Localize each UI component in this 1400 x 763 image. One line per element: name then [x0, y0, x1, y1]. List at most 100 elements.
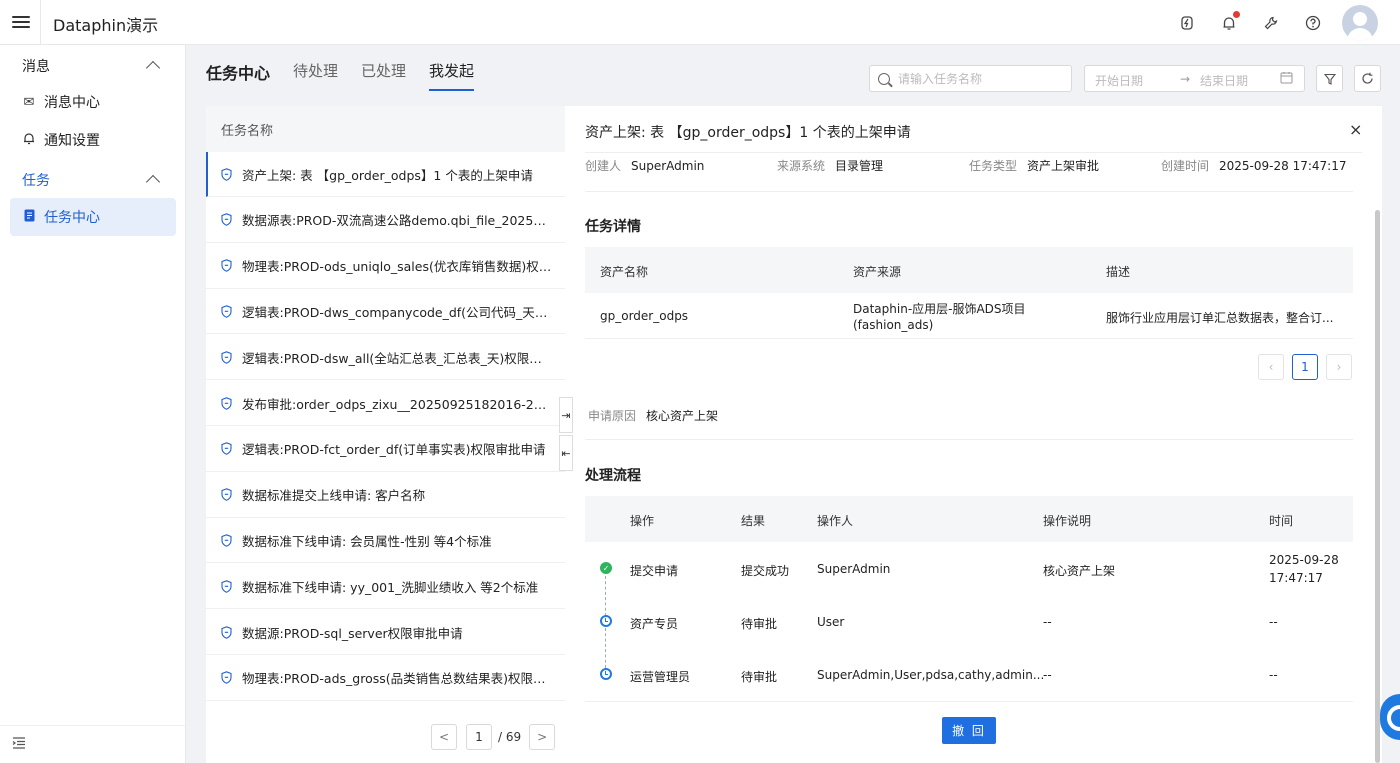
document-icon [22, 209, 36, 226]
shield-icon [221, 488, 232, 501]
list-item-label: 逻辑表:PROD-dsw_all(全站汇总表_汇总表_天)权限审批申请 [242, 350, 552, 366]
list-item[interactable]: 物理表:PROD-ods_uniqlo_sales(优衣库销售数据)权限审批..… [206, 244, 565, 289]
search-icon [878, 72, 890, 85]
bell-icon [22, 132, 36, 149]
divider [40, 0, 41, 45]
chevron-up-icon[interactable] [145, 174, 161, 190]
tab-pending[interactable]: 待处理 [293, 60, 338, 89]
flow-operator: SuperAdmin,User,pdsa,cathy,admin... [817, 668, 1045, 682]
bell-icon[interactable] [1218, 11, 1240, 34]
sidebar-item-task-center[interactable]: 任务中心 [10, 198, 176, 236]
flow-note: -- [1043, 668, 1052, 682]
list-item-label: 物理表:PROD-ods_uniqlo_sales(优衣库销售数据)权限审批..… [242, 259, 552, 275]
collapse-sidebar-icon[interactable] [12, 737, 26, 753]
hamburger-menu-icon[interactable] [12, 13, 30, 31]
asset-name-cell[interactable]: gp_order_odps [600, 309, 688, 323]
notification-dot [1233, 11, 1240, 18]
list-item[interactable]: 数据标准下线申请: yy_001_洗脚业绩收入 等2个标准 [206, 564, 565, 610]
prev-page-button[interactable]: ‹ [1258, 354, 1284, 380]
start-date-input[interactable]: 开始日期 [1095, 72, 1143, 89]
tab-processed[interactable]: 已处理 [361, 60, 406, 89]
column-header: 时间 [1269, 514, 1294, 528]
list-item-label: 资产上架: 表 【gp_order_odps】1 个表的上架申请 [242, 167, 533, 183]
flow-operator: User [817, 615, 845, 629]
sidebar-item-label: 消息中心 [44, 95, 100, 111]
shield-icon [221, 442, 232, 456]
flow-time: 2025-09-28 [1269, 553, 1339, 567]
list-item[interactable]: 物理表:PROD-ads_gross(品类销售总数结果表)权限审批申请 [206, 656, 565, 701]
end-date-input[interactable]: 结束日期 [1200, 72, 1248, 89]
page-number-input[interactable]: 1 [466, 724, 492, 750]
withdraw-button[interactable]: 撤 回 [942, 717, 996, 744]
flow-operator: SuperAdmin [817, 562, 891, 576]
list-item-label: 数据源表:PROD-双流高速公路demo.qbi_file_20250402_1… [242, 213, 552, 229]
list-item-label: 逻辑表:PROD-fct_order_df(订单事实表)权限审批申请 [242, 442, 546, 458]
list-item[interactable]: 逻辑表:PROD-dws_companycode_df(公司代码_天_汇总表..… [206, 289, 565, 335]
list-header: 任务名称 [206, 106, 565, 152]
shield-icon [221, 625, 232, 639]
meta-creator: 创建人 SuperAdmin [585, 159, 705, 173]
scrollbar[interactable] [1375, 210, 1380, 763]
tab-initiated[interactable]: 我发起 [429, 60, 475, 91]
list-item[interactable]: 发布审批:order_odps_zixu__20250925182016-202… [206, 381, 565, 426]
list-item-label: 数据标准下线申请: 会员属性-性别 等4个标准 [242, 533, 492, 549]
list-item[interactable]: 数据源表:PROD-双流高速公路demo.qbi_file_20250402_1… [206, 198, 565, 243]
divider [585, 152, 1362, 153]
avatar[interactable] [1342, 5, 1378, 41]
search-input[interactable]: 请输入任务名称 [869, 65, 1072, 92]
flow-note: -- [1043, 615, 1052, 629]
shield-icon [221, 305, 232, 318]
meta-task-type: 任务类型 资产上架审批 [969, 159, 1100, 173]
refresh-button[interactable] [1354, 65, 1381, 92]
search-placeholder: 请输入任务名称 [898, 72, 983, 86]
flow-connector [605, 628, 606, 668]
column-header: 描述 [1106, 265, 1131, 279]
assistant-float-icon[interactable] [1380, 694, 1400, 740]
next-page-button[interactable]: > [529, 724, 556, 750]
list-item[interactable]: 数据标准下线申请: 会员属性-性别 等4个标准 [206, 518, 565, 564]
close-icon[interactable]: × [1349, 120, 1362, 139]
app-title: Dataphin演示 [53, 16, 159, 35]
sidebar: 消息 ✉ 消息中心 通知设置 任务 任务中心 [0, 45, 186, 763]
prev-page-button[interactable]: < [431, 724, 457, 750]
asset-source-cell: (fashion_ads) [853, 318, 934, 332]
next-page-button[interactable]: › [1326, 354, 1352, 380]
list-item-label: 数据标准下线申请: yy_001_洗脚业绩收入 等2个标准 [242, 579, 539, 595]
sidebar-group-tasks[interactable]: 任务 [22, 170, 50, 190]
arrow-right-icon: → [1180, 72, 1191, 86]
collapse-panel-handle[interactable]: ⇤ [559, 435, 573, 471]
sidebar-item-notification-settings[interactable]: 通知设置 [10, 121, 176, 159]
sidebar-group-messages[interactable]: 消息 [22, 56, 50, 76]
pending-clock-icon [600, 668, 612, 680]
list-item[interactable]: 数据源:PROD-sql_server权限审批申请 [206, 610, 565, 655]
flow-result: 待审批 [741, 670, 778, 684]
column-header: 操作说明 [1043, 514, 1092, 528]
expand-panel-handle[interactable]: ⇥ [559, 397, 573, 433]
lightning-icon[interactable] [1176, 12, 1198, 34]
list-item[interactable]: 数据标准提交上线申请: 客户名称 [206, 473, 565, 518]
column-header: 操作 [630, 514, 655, 528]
meta-created-time: 创建时间 2025-09-28 17:47:17 [1161, 159, 1347, 173]
sidebar-item-label: 任务中心 [44, 210, 100, 226]
filter-button[interactable] [1316, 65, 1343, 92]
chevron-up-icon[interactable] [145, 60, 161, 76]
page-total: / 69 [498, 730, 522, 744]
help-icon[interactable] [1302, 12, 1324, 34]
divider [0, 725, 186, 726]
date-range-picker[interactable]: 开始日期 → 结束日期 [1084, 65, 1305, 92]
sidebar-item-message-center[interactable]: ✉ 消息中心 [10, 83, 176, 121]
flow-op: 资产专员 [630, 617, 679, 631]
success-check-icon: ✓ [600, 562, 612, 574]
list-item[interactable]: 逻辑表:PROD-dsw_all(全站汇总表_汇总表_天)权限审批申请 [206, 335, 565, 381]
table-row-border [585, 338, 1353, 339]
shield-icon [221, 534, 232, 547]
detail-title: 资产上架: 表 【gp_order_odps】1 个表的上架申请 [585, 125, 911, 141]
list-item[interactable]: 资产上架: 表 【gp_order_odps】1 个表的上架申请 [206, 152, 565, 197]
flow-op: 提交申请 [630, 564, 679, 578]
wrench-icon[interactable] [1260, 12, 1282, 34]
flow-table-header [585, 496, 1353, 542]
list-item[interactable]: 逻辑表:PROD-fct_order_df(订单事实表)权限审批申请 [206, 427, 565, 472]
list-item-label: 逻辑表:PROD-dws_companycode_df(公司代码_天_汇总表..… [242, 304, 552, 320]
page-number-button[interactable]: 1 [1292, 354, 1318, 380]
flow-time: 17:47:17 [1269, 571, 1323, 585]
